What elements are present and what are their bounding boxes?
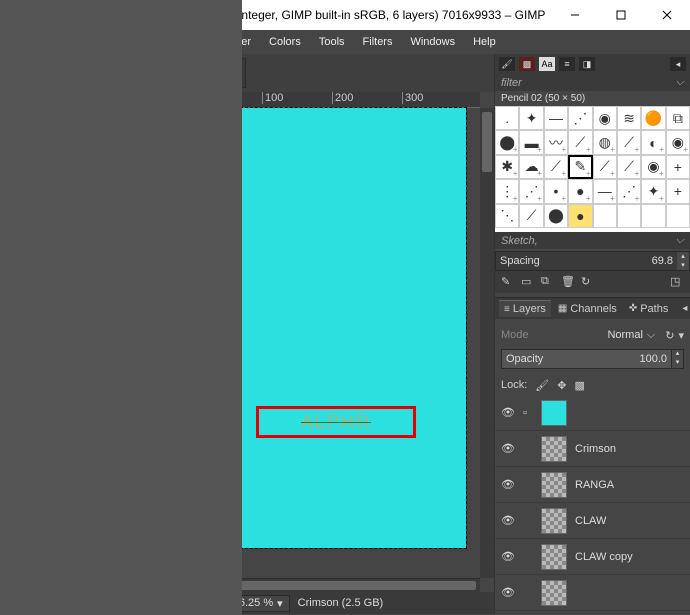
menu-help[interactable]: Help [465,33,504,51]
layer-row[interactable]: 👁 CLAW [495,503,690,539]
layer-name[interactable]: Crimson [575,443,684,455]
chevron-down-icon: ⌵ [676,234,684,247]
lock-pixels-icon[interactable]: 🖌 [535,379,549,392]
spin-up-icon[interactable]: ▴ [671,350,683,359]
layer-opacity-slider[interactable]: Opacity 100.0 ▴▾ [501,349,684,369]
annotation-box: ALPHR [256,406,416,438]
annotation-text: ALPHR [301,412,371,433]
spacing-label: Spacing [496,255,652,267]
duplicate-brush-icon[interactable]: ⧉ [541,275,555,289]
lock-row: Lock: 🖌 ✥ ▩ [495,375,690,395]
brush-preset-select[interactable]: Sketch,⌵ [495,232,690,249]
layers-tabs: ≡Layers ▦Channels ✜Paths ◂ [495,297,690,319]
history-tab-icon[interactable]: ≡ [559,57,575,71]
chevron-down-icon[interactable]: ⌵ [647,329,655,342]
brush-name-label: Pencil 02 (50 × 50) [495,91,690,106]
chevron-down-icon: ⌵ [676,76,684,89]
visibility-toggle-icon[interactable]: 👁 [501,586,515,599]
layer-mode-label: Mode [501,329,529,341]
minimize-button[interactable] [552,0,598,30]
spacing-slider[interactable]: Spacing 69.8 ▴▾ [495,251,690,271]
layer-opacity-label: Opacity [502,353,639,365]
spacing-value: 69.8 [652,255,677,267]
layer-thumbnail [541,400,567,426]
menu-filters[interactable]: Filters [355,33,401,51]
brush-filter-input[interactable]: filter⌵ [495,74,690,91]
maximize-button[interactable] [598,0,644,30]
spin-down-icon[interactable]: ▾ [671,359,683,368]
brushes-toolbar: ✎ ▭ ⧉ 🗑 ↻ ◳ [495,271,690,293]
layer-opacity-value: 100.0 [639,353,671,365]
refresh-brush-icon[interactable]: ↻ [581,275,595,289]
chevron-down-icon: ▾ [277,597,283,610]
layer-thumbnail [541,472,567,498]
delete-brush-icon[interactable]: 🗑 [561,275,575,289]
visibility-toggle-icon[interactable]: 👁 [501,406,515,419]
lock-label: Lock: [501,379,527,391]
layer-mode-select[interactable]: Normal [607,329,642,341]
layer-name[interactable]: RANGA [575,479,684,491]
edit-brush-icon[interactable]: ✎ [501,275,515,289]
spin-up-icon[interactable]: ▴ [677,252,689,261]
visibility-toggle-icon[interactable]: 👁 [501,442,515,455]
layer-row[interactable]: 👁 CLAW copy [495,539,690,575]
layer-name[interactable]: CLAW [575,515,684,527]
brushes-tab-icon[interactable]: 🖌 [499,57,515,71]
lock-alpha-icon[interactable]: ▩ [574,379,584,392]
gradients-tab-icon[interactable]: ◨ [579,57,595,71]
status-info: Crimson (2.5 GB) [298,597,384,609]
layer-row[interactable]: 👁 Crimson [495,431,690,467]
menu-tools[interactable]: Tools [311,33,353,51]
menu-colors[interactable]: Colors [261,33,309,51]
vertical-scrollbar[interactable] [480,108,494,578]
tab-paths[interactable]: ✜Paths [624,301,674,317]
tab-channels[interactable]: ▦Channels [553,301,622,317]
new-brush-icon[interactable]: ▭ [521,275,535,289]
patterns-tab-icon[interactable]: ▩ [519,57,535,71]
right-dock: 🖌 ▩ Aa ≡ ◨ ◂ filter⌵ Pencil 02 (50 × 50)… [494,54,690,614]
layer-thumbnail [541,544,567,570]
menu-windows[interactable]: Windows [402,33,463,51]
tab-layers[interactable]: ≡Layers [499,300,551,317]
lock-position-icon[interactable]: ✥ [557,379,566,392]
dock-menu-icon[interactable]: ◂ [670,57,686,71]
visibility-toggle-icon[interactable]: 👁 [501,478,515,491]
fonts-tab-icon[interactable]: Aa [539,57,555,71]
layer-row[interactable]: 👁 [495,575,690,611]
dock-menu-icon[interactable]: ◂ [677,301,690,316]
layer-thumbnail [541,508,567,534]
layer-thumbnail [541,580,567,606]
layer-row[interactable]: 👁 ▫ [495,395,690,431]
brushes-tabs: 🖌 ▩ Aa ≡ ◨ ◂ [495,54,690,74]
chevron-down-icon[interactable]: ▾ [678,329,684,342]
layer-row[interactable]: 👁 RANGA [495,467,690,503]
mode-swap-icon[interactable]: ↻ [665,329,674,342]
layers-list: 👁 ▫ 👁 Crimson 👁 RANGA 👁 CL [495,395,690,614]
visibility-toggle-icon[interactable]: 👁 [501,514,515,527]
link-toggle-icon[interactable]: ▫ [523,407,533,419]
open-as-image-icon[interactable]: ◳ [670,275,684,289]
spin-down-icon[interactable]: ▾ [677,261,689,270]
visibility-toggle-icon[interactable]: 👁 [501,550,515,563]
layer-name[interactable]: CLAW copy [575,551,684,563]
close-button[interactable] [644,0,690,30]
layer-thumbnail [541,436,567,462]
brush-grid[interactable]: .✦—⋰◉≋🟠⧉ ⬤+▬+〰+⟋+◍+⟋+◐+◉+ ✱+☁+⟋+✎+⟋+⟋+◉+… [495,106,690,232]
